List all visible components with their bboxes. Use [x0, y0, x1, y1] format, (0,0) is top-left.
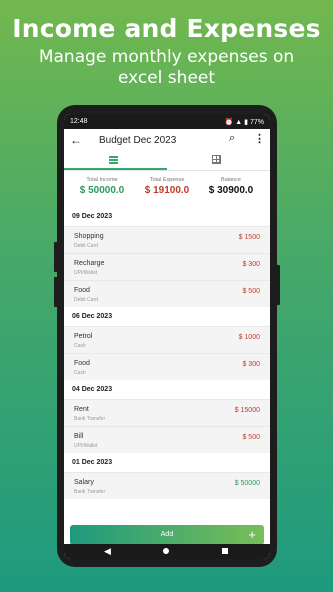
list-item[interactable]: Recharge UPI/Wallet $ 300: [64, 253, 270, 280]
expense-value: $ 19100.0: [144, 185, 190, 196]
list-item[interactable]: Salary Bank Transfer $ 50000: [64, 472, 270, 499]
income-label: Total Income: [86, 177, 118, 183]
phone-frame: 12:48 ⏰ ▲ ▮ 77% ← Budget Dec 2023 ⌕ ⋮ To…: [54, 105, 280, 567]
app-bar: ← Budget Dec 2023 ⌕ ⋮: [64, 129, 270, 151]
summary-bar: Total Income $ 50000.0 Total Expense $ 1…: [64, 174, 270, 209]
date-header: 04 Dec 2023: [64, 381, 270, 399]
nav-recents-icon[interactable]: [222, 548, 228, 554]
volume-button: [54, 242, 58, 272]
list-item[interactable]: Bill UPI/Wallet $ 500: [64, 426, 270, 453]
add-button[interactable]: Add +: [70, 525, 264, 545]
grid-icon: [212, 155, 221, 164]
list-item[interactable]: Food Debit Card $ 500: [64, 280, 270, 307]
more-vert-icon[interactable]: ⋮: [254, 132, 265, 145]
date-header: 09 Dec 2023: [64, 208, 270, 226]
tab-indicator: [64, 168, 167, 170]
transaction-list[interactable]: 09 Dec 2023 Shopping Debit Card $ 1500 R…: [64, 208, 270, 513]
system-nav-bar: ◀: [64, 544, 270, 559]
app-screen: 12:48 ⏰ ▲ ▮ 77% ← Budget Dec 2023 ⌕ ⋮ To…: [64, 114, 270, 559]
balance-summary: Balance $ 30900.0: [200, 177, 262, 196]
date-header: 06 Dec 2023: [64, 308, 270, 326]
nav-back-icon[interactable]: ◀: [104, 546, 111, 557]
promo-subtitle: Manage monthly expenses on excel sheet: [38, 47, 295, 88]
balance-value: $ 30900.0: [208, 185, 254, 196]
promo-title: Income and Expenses: [12, 14, 321, 43]
status-bar: 12:48 ⏰ ▲ ▮ 77%: [64, 114, 270, 129]
status-icons: ⏰ ▲ ▮ 77%: [225, 118, 264, 126]
income-value: $ 50000.0: [79, 185, 125, 196]
date-header: 01 Dec 2023: [64, 454, 270, 472]
search-icon[interactable]: ⌕: [229, 132, 235, 145]
plus-icon: +: [248, 527, 256, 542]
list-item[interactable]: Rent Bank Transfer $ 15000: [64, 399, 270, 426]
volume-button-2: [54, 277, 58, 307]
battery-level: 77%: [249, 119, 264, 126]
back-arrow-icon[interactable]: ←: [70, 133, 82, 147]
list-item[interactable]: Food Cash $ 300: [64, 353, 270, 380]
expense-summary: Total Expense $ 19100.0: [137, 177, 197, 196]
tab-grid-view[interactable]: [167, 152, 270, 170]
signal-icon: ▲: [235, 119, 243, 126]
list-item[interactable]: Petrol Cash $ 1000: [64, 326, 270, 353]
battery-icon: ▮: [244, 119, 249, 126]
list-item[interactable]: Shopping Debit Card $ 1500: [64, 226, 270, 253]
list-icon: [109, 156, 118, 164]
income-summary: Total Income $ 50000.0: [72, 177, 132, 196]
alarm-icon: ⏰: [224, 119, 234, 126]
expense-label: Total Expense: [149, 177, 185, 183]
balance-label: Balance: [221, 177, 241, 183]
status-time: 12:48: [70, 118, 88, 125]
page-title: Budget Dec 2023: [99, 135, 177, 146]
add-button-label: Add: [160, 531, 174, 538]
nav-home-icon[interactable]: [163, 548, 169, 554]
view-tabs: [64, 152, 270, 171]
power-button: [276, 265, 280, 305]
